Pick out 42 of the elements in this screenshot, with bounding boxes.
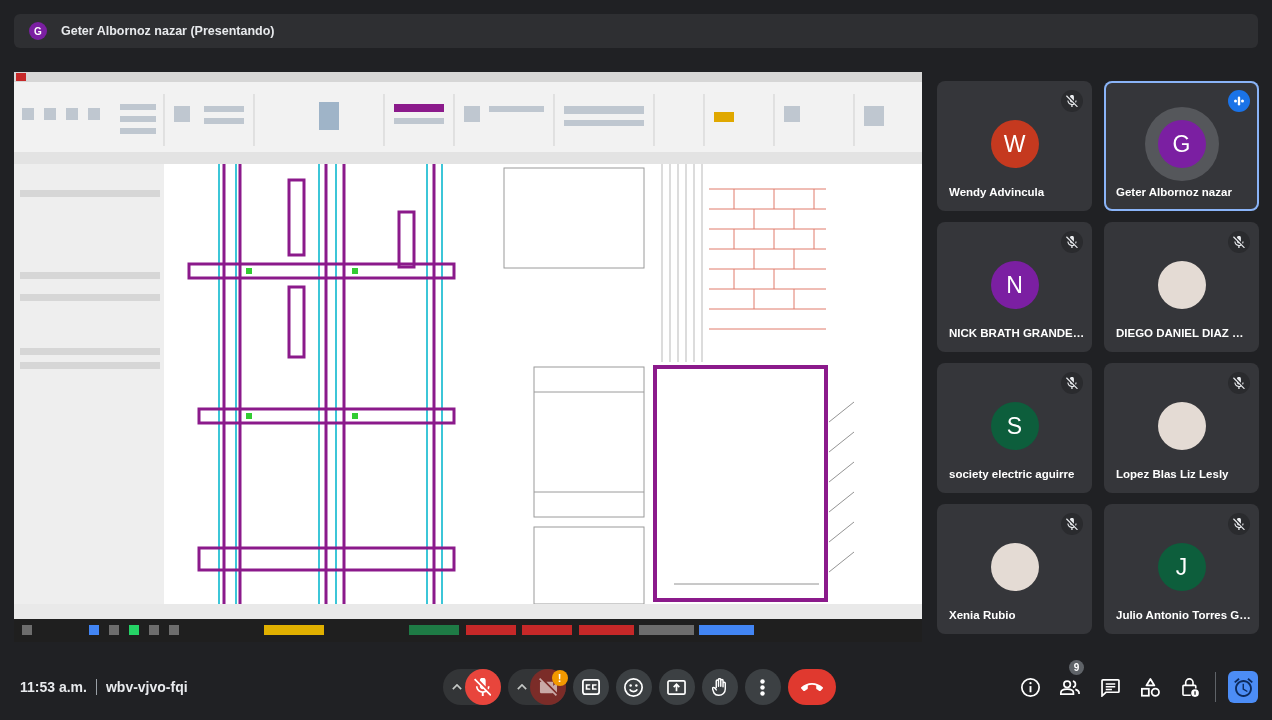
alarm-clock-icon bbox=[1233, 677, 1253, 697]
people-icon bbox=[1060, 679, 1080, 695]
microphone-button[interactable] bbox=[464, 669, 501, 705]
more-options-button[interactable] bbox=[744, 669, 781, 705]
lock-icon bbox=[1181, 677, 1199, 697]
caret-icon bbox=[516, 684, 527, 690]
avatar: G bbox=[29, 22, 47, 40]
caret-icon bbox=[451, 684, 462, 690]
avatar: J bbox=[1157, 543, 1206, 591]
meeting-time: 11:53 a.m. bbox=[20, 679, 87, 695]
avatar: N bbox=[990, 261, 1039, 309]
chat-icon bbox=[1100, 677, 1120, 697]
participant-name: NICK BRATH GRANDE… bbox=[949, 326, 1085, 341]
participant-name: Julio Antonio Torres G… bbox=[1116, 608, 1251, 623]
count-badge: 9 bbox=[1069, 660, 1084, 675]
participant-name: Wendy Advincula bbox=[949, 185, 1045, 200]
present-screen-icon bbox=[667, 679, 686, 695]
present-button[interactable] bbox=[658, 669, 695, 705]
shapes-icon bbox=[1140, 677, 1160, 697]
timer-button[interactable] bbox=[1228, 671, 1258, 703]
participant-name: Geter Albornoz nazar bbox=[1116, 185, 1232, 200]
raise-hand-button[interactable] bbox=[701, 669, 738, 705]
hand-icon bbox=[712, 677, 727, 697]
avatar: W bbox=[990, 120, 1039, 168]
more-vertical-icon bbox=[760, 678, 765, 696]
participant-name: society electric aguirre bbox=[949, 467, 1075, 482]
phone-hang-up-icon bbox=[800, 682, 823, 692]
participant-name: DIEGO DANIEL DIAZ … bbox=[1116, 326, 1244, 341]
presenter-label: Geter Albornoz nazar (Presentando) bbox=[61, 24, 275, 38]
participant-name: Xenia Rubio bbox=[949, 608, 1016, 623]
video-camera-off-icon bbox=[538, 678, 557, 696]
smiley-icon bbox=[624, 677, 643, 697]
leave-call-button[interactable] bbox=[787, 669, 836, 705]
info-icon bbox=[1020, 677, 1040, 697]
captions-button[interactable] bbox=[572, 669, 609, 705]
participant-name: Lopez Blas Liz Lesly bbox=[1116, 467, 1229, 482]
avatar: G bbox=[1157, 120, 1206, 168]
microphone-off-icon bbox=[473, 678, 492, 696]
reactions-button[interactable] bbox=[615, 669, 652, 705]
avatar: S bbox=[990, 402, 1039, 450]
meeting-code: wbv-vjvo-fqi bbox=[105, 679, 188, 695]
captions-icon bbox=[581, 679, 600, 695]
